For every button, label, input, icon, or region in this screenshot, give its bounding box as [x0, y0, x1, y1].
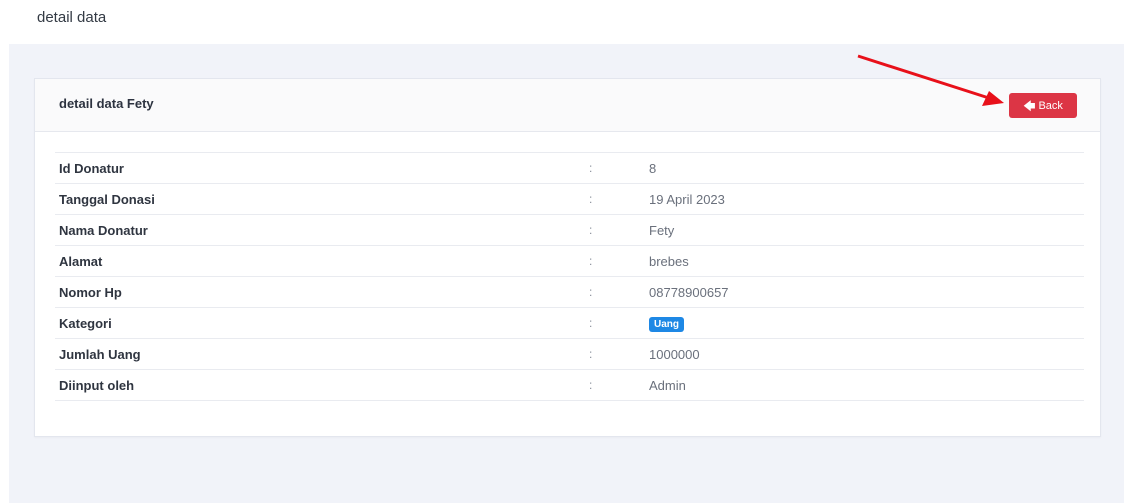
row-value: 08778900657	[649, 276, 1084, 308]
detail-table: Id Donatur : 8 Tanggal Donasi : 19 April…	[55, 152, 1084, 401]
card-title: detail data Fety	[59, 96, 154, 111]
row-separator: :	[589, 369, 649, 401]
content-area: detail data Fety 🡄 Back Id Donatur : 8 T…	[9, 44, 1124, 503]
table-row: Tanggal Donasi : 19 April 2023	[55, 183, 1084, 215]
page-title: detail data	[37, 9, 107, 26]
table-row: Jumlah Uang : 1000000	[55, 338, 1084, 370]
table-row: Nama Donatur : Fety	[55, 214, 1084, 246]
row-label: Nomor Hp	[55, 276, 589, 308]
row-label: Jumlah Uang	[55, 338, 589, 370]
detail-card: detail data Fety 🡄 Back Id Donatur : 8 T…	[34, 78, 1101, 437]
row-label: Nama Donatur	[55, 214, 589, 246]
row-value: 1000000	[649, 338, 1084, 370]
row-value: Admin	[649, 369, 1084, 401]
row-separator: :	[589, 183, 649, 215]
back-button-label: Back	[1038, 99, 1063, 112]
row-separator: :	[589, 338, 649, 370]
row-value: Fety	[649, 214, 1084, 246]
table-row: Alamat : brebes	[55, 245, 1084, 277]
back-button[interactable]: 🡄 Back	[1009, 93, 1077, 118]
category-badge: Uang	[649, 316, 684, 332]
row-separator: :	[589, 276, 649, 308]
arrow-left-icon: 🡄	[1023, 98, 1036, 113]
row-label: Tanggal Donasi	[55, 183, 589, 215]
row-separator: :	[589, 214, 649, 246]
row-separator: :	[589, 245, 649, 277]
table-row: Nomor Hp : 08778900657	[55, 276, 1084, 308]
row-value: 19 April 2023	[649, 183, 1084, 215]
table-row: Id Donatur : 8	[55, 152, 1084, 184]
card-header: detail data Fety 🡄 Back	[35, 79, 1100, 132]
row-label: Kategori	[55, 307, 589, 339]
table-row: Kategori : Uang	[55, 307, 1084, 339]
row-separator: :	[589, 307, 649, 339]
row-label: Id Donatur	[55, 152, 589, 184]
row-value: 8	[649, 152, 1084, 184]
row-value: Uang	[649, 307, 1084, 339]
row-separator: :	[589, 152, 649, 184]
row-value: brebes	[649, 245, 1084, 277]
row-label: Diinput oleh	[55, 369, 589, 401]
row-label: Alamat	[55, 245, 589, 277]
table-row: Diinput oleh : Admin	[55, 369, 1084, 401]
